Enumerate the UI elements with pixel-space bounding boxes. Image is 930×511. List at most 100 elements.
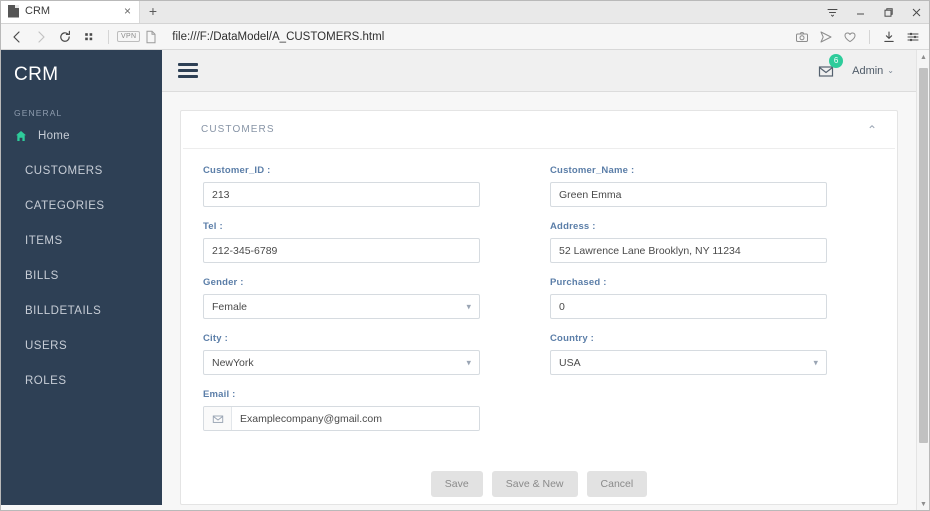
field-label: Purchased : [550,277,607,288]
sidebar-item-label: Home [38,129,70,142]
field-address: Address : [550,221,827,263]
tab-title: CRM [25,5,51,17]
field-label: City : [203,333,228,344]
back-icon[interactable] [6,26,28,48]
toolbar-divider [108,29,109,44]
heart-icon[interactable] [839,26,861,48]
tab-favicon-icon [8,4,19,18]
sidebar-item-label: USERS [25,339,68,352]
gender-select[interactable] [203,294,480,319]
customers-card: CUSTOMERS ⌃ Customer_ID : Tel : [180,110,898,505]
sidebar-item-roles[interactable]: ROLES [0,363,162,398]
chevron-down-icon: ⌄ [887,66,894,75]
mail-badge: 6 [829,53,844,68]
customer-id-input[interactable] [203,182,480,207]
window-maximize-button[interactable] [874,0,902,24]
browser-toolbar: VPN file:///F:/DataModel/A_CUSTOMERS.htm… [0,24,930,50]
page-title: CUSTOMERS [201,124,275,135]
sidebar-item-categories[interactable]: CATEGORIES [0,188,162,223]
sidebar-item-label: ROLES [25,374,67,387]
cancel-button[interactable]: Cancel [586,471,648,497]
sidebar-item-home[interactable]: Home [0,118,162,153]
sidebar-section-general: GENERAL [14,108,63,118]
field-tel: Tel : [203,221,480,263]
download-icon[interactable] [878,26,900,48]
field-email: Email : [203,389,480,431]
field-country: Country : ▾ [550,333,827,375]
scroll-up-icon[interactable]: ▲ [917,50,930,64]
sidebar: CRM GENERAL Home CUSTOMERS CATEGORIES IT… [0,50,162,505]
customer-form: Customer_ID : Tel : Gender : [181,149,897,497]
field-customer-name: Customer_Name : [550,165,827,207]
app-header: 6 Admin ⌄ [162,50,916,92]
field-label: Gender : [203,277,244,288]
camera-icon[interactable] [791,26,813,48]
window-minimize-button[interactable] [846,0,874,24]
address-input[interactable] [550,238,827,263]
scrollbar-thumb[interactable] [919,68,928,443]
apps-grid-icon[interactable] [78,26,100,48]
field-city: City : ▾ [203,333,480,375]
reload-icon[interactable] [54,26,76,48]
mail-icon[interactable]: 6 [816,53,844,81]
page-info-icon[interactable] [142,30,160,44]
purchased-input[interactable] [550,294,827,319]
field-purchased: Purchased : [550,277,827,319]
forward-icon[interactable] [30,26,52,48]
country-select[interactable] [550,350,827,375]
tel-input[interactable] [203,238,480,263]
form-column-left: Customer_ID : Tel : Gender : [203,165,480,445]
sidebar-item-label: CUSTOMERS [25,164,103,177]
tab-close-icon[interactable]: × [124,5,131,17]
sidebar-item-users[interactable]: USERS [0,328,162,363]
tab-strip: CRM × + [0,0,930,24]
window-close-button[interactable] [902,0,930,24]
toolbar-right-icons [791,26,924,48]
sidebar-item-label: BILLS [25,269,59,282]
customer-name-input[interactable] [550,182,827,207]
content-area: CUSTOMERS ⌃ Customer_ID : Tel : [162,92,916,505]
field-gender: Gender : ▾ [203,277,480,319]
scroll-down-icon[interactable]: ▼ [917,497,930,511]
field-label: Email : [203,389,236,400]
sidebar-item-label: ITEMS [25,234,63,247]
sidebar-item-label: BILLDETAILS [25,304,102,317]
field-label: Customer_Name : [550,165,635,176]
vpn-badge[interactable]: VPN [117,31,141,42]
send-icon[interactable] [815,26,837,48]
card-header: CUSTOMERS ⌃ [183,111,895,149]
sidebar-item-label: CATEGORIES [25,199,105,212]
form-column-right: Customer_Name : Address : Purchased : [550,165,827,445]
window-controls [818,0,930,24]
form-actions: Save Save & New Cancel [203,471,875,497]
save-and-new-button[interactable]: Save & New [491,471,578,497]
browser-window: CRM × + VPN file:///F:/DataModel/A_CUSTO… [0,0,930,511]
browser-tab-crm[interactable]: CRM × [0,0,140,23]
hamburger-icon[interactable] [178,60,198,81]
sidebar-item-items[interactable]: ITEMS [0,223,162,258]
user-menu[interactable]: Admin ⌄ [852,65,894,77]
address-bar[interactable]: file:///F:/DataModel/A_CUSTOMERS.html [162,31,789,43]
chevron-up-icon[interactable]: ⌃ [867,124,877,136]
browser-menu-icon[interactable] [902,26,924,48]
window-menu-icon[interactable] [818,0,846,24]
sidebar-item-bills[interactable]: BILLS [0,258,162,293]
app-brand: CRM [14,64,59,85]
email-input[interactable] [232,407,479,430]
field-label: Country : [550,333,595,344]
page-scrollbar[interactable]: ▲ ▼ [916,50,930,511]
field-label: Address : [550,221,596,232]
field-label: Customer_ID : [203,165,271,176]
new-tab-button[interactable]: + [140,0,166,23]
field-customer-id: Customer_ID : [203,165,480,207]
envelope-icon [204,407,232,430]
city-select[interactable] [203,350,480,375]
home-icon [14,130,28,142]
sidebar-item-billdetails[interactable]: BILLDETAILS [0,293,162,328]
page-viewport: CRM GENERAL Home CUSTOMERS CATEGORIES IT… [0,50,930,511]
header-right: 6 Admin ⌄ [816,53,916,81]
sidebar-item-customers[interactable]: CUSTOMERS [0,153,162,188]
save-button[interactable]: Save [430,471,483,497]
field-label: Tel : [203,221,223,232]
user-menu-label: Admin [852,64,884,77]
